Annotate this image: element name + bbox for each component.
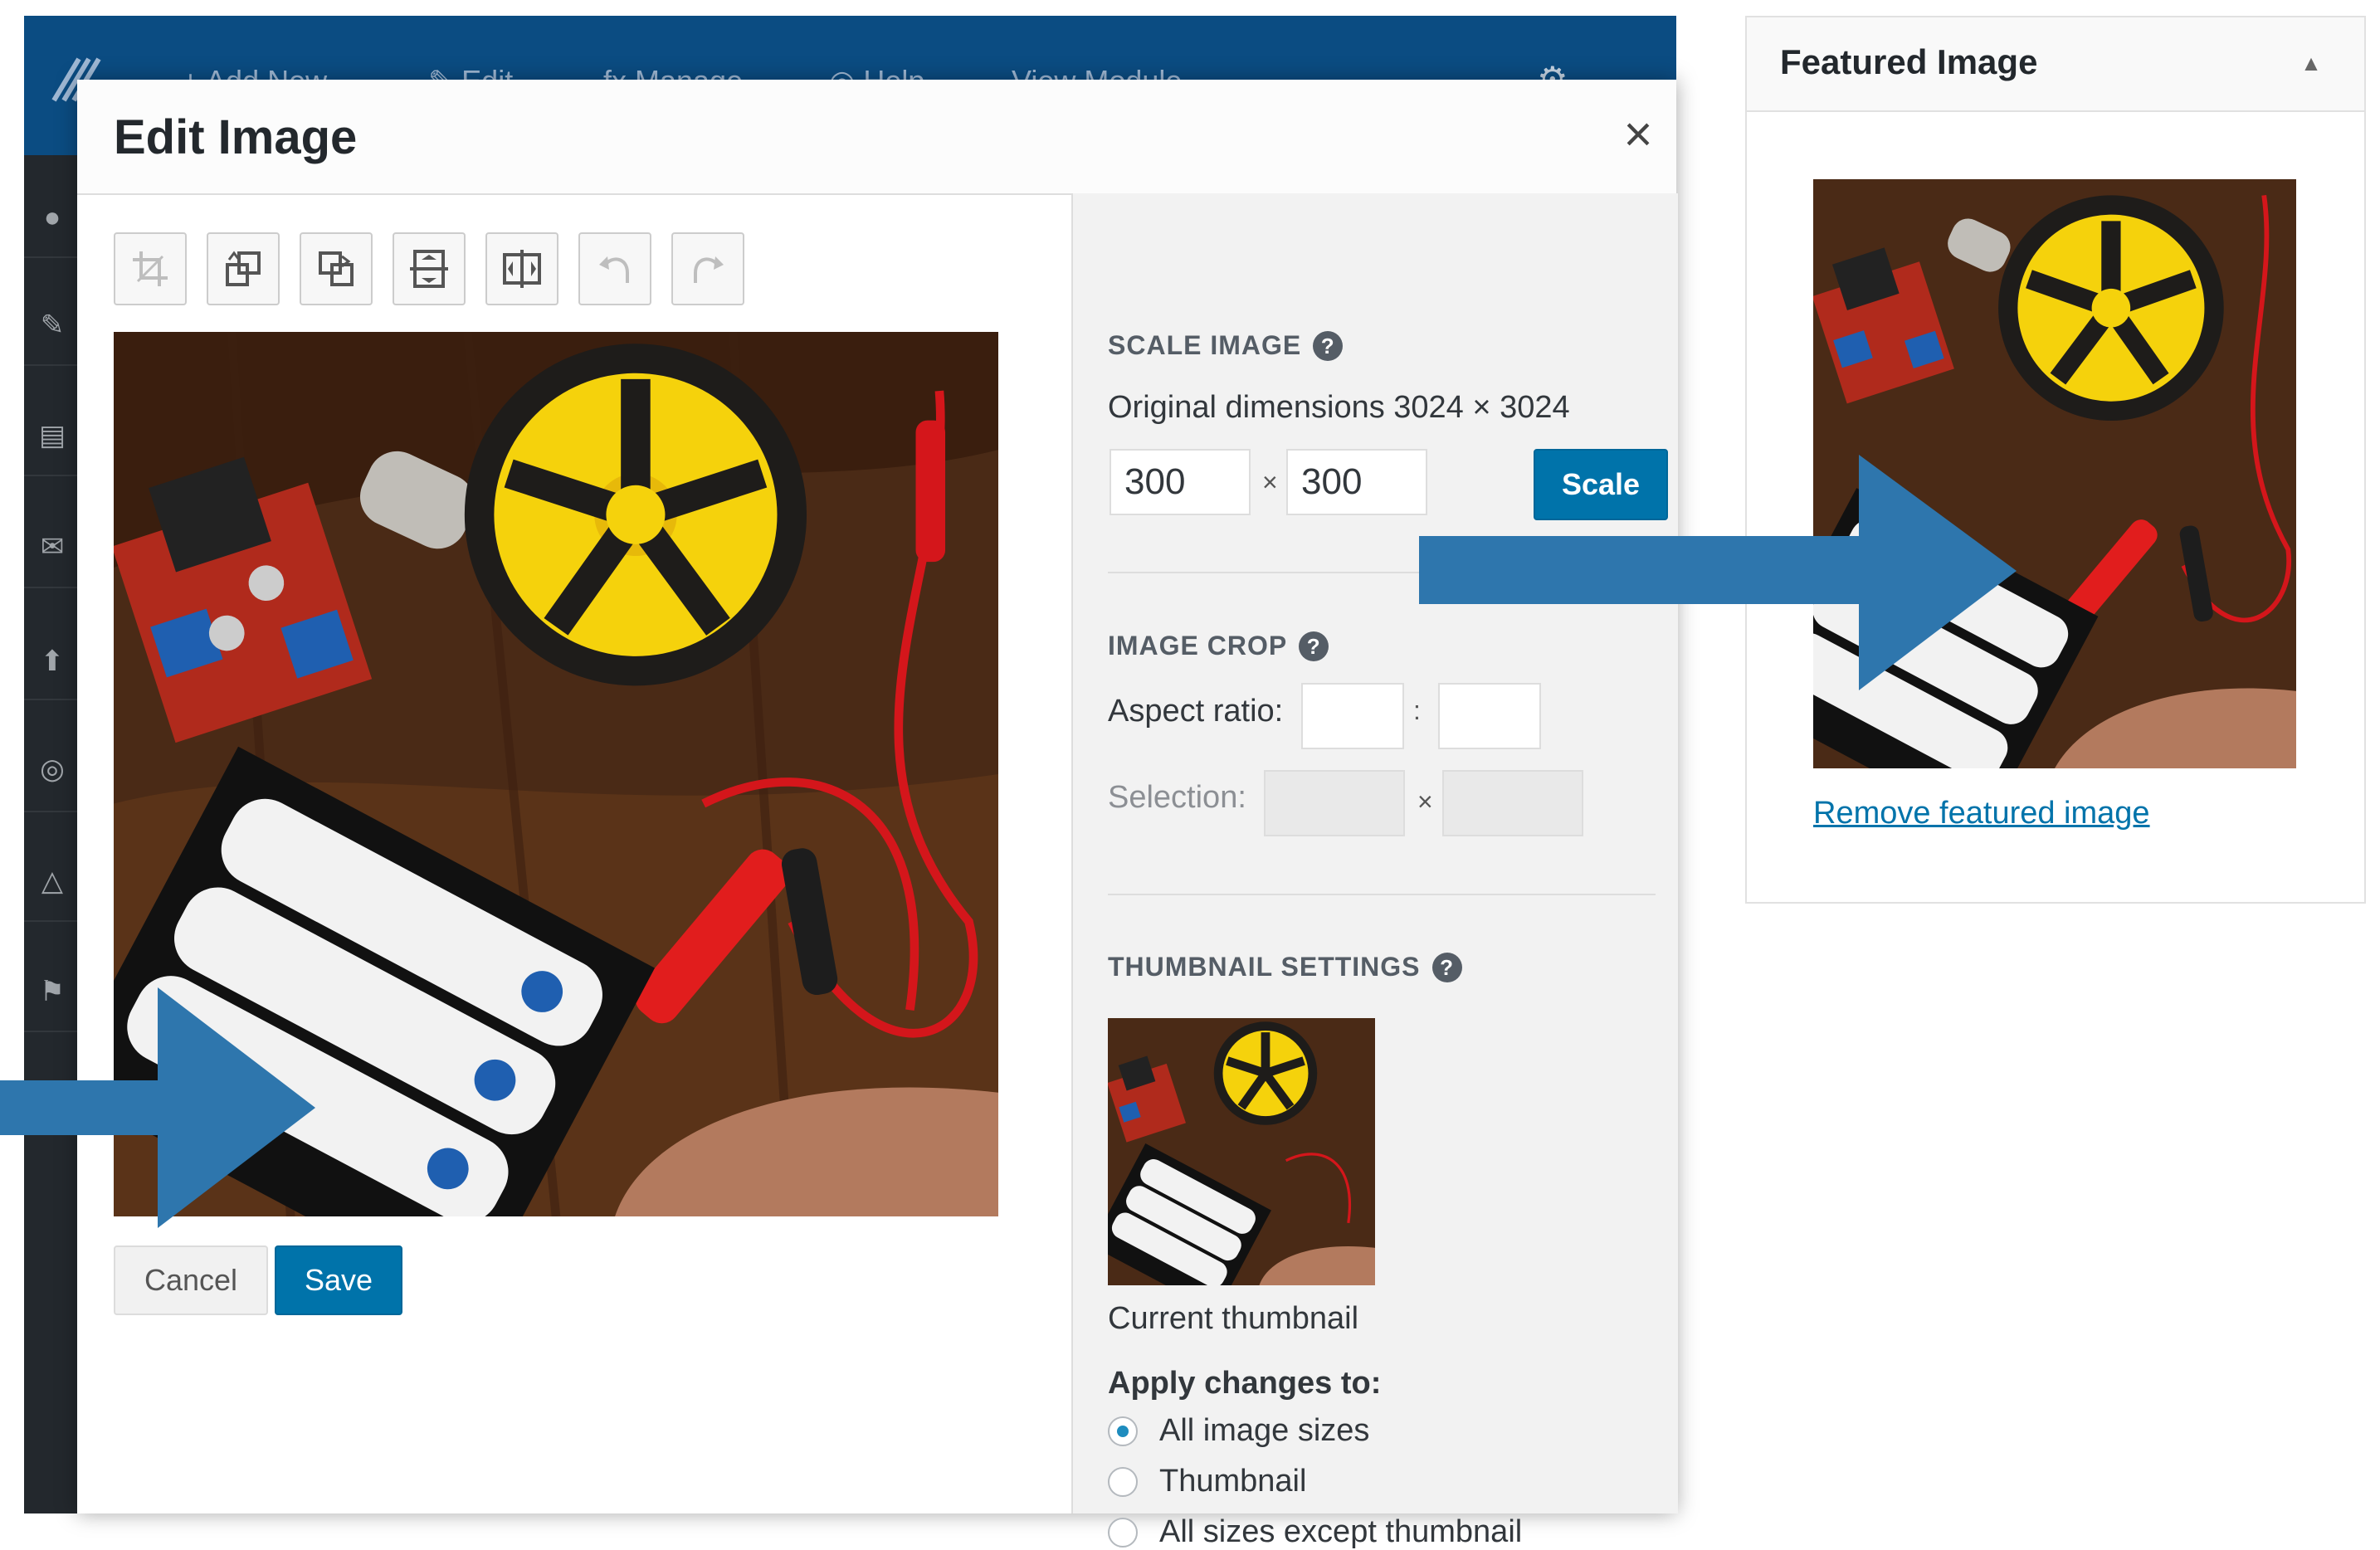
crop-icon	[133, 251, 168, 286]
radio-label: All image sizes	[1159, 1413, 1370, 1448]
section-divider	[1108, 894, 1656, 895]
target-icon[interactable]: ◎	[36, 753, 69, 786]
flip-horizontal-icon	[503, 250, 541, 288]
radio-thumbnail[interactable]: Thumbnail	[1108, 1464, 1306, 1499]
menu-divider	[24, 699, 79, 700]
original-dimensions: Original dimensions 3024 × 3024	[1108, 390, 1570, 425]
selection-label: Selection:	[1108, 780, 1246, 815]
radio-button[interactable]	[1108, 1517, 1138, 1548]
featured-image-title: Featured Image	[1780, 42, 2038, 81]
admin-sidebar-menu: ● ✎ ▤ ✉ ⬆ ◎ △ ⚑	[24, 155, 79, 1513]
arrow-right-icon	[0, 987, 315, 1228]
rotate-right-button[interactable]	[300, 232, 373, 305]
undo-icon	[599, 256, 629, 283]
modal-header: Edit Image ×	[77, 80, 1676, 195]
radio-all-image-sizes[interactable]: All image sizes	[1108, 1413, 1369, 1449]
current-thumbnail-caption: Current thumbnail	[1108, 1301, 1359, 1336]
undo-button[interactable]	[578, 232, 651, 305]
radio-button[interactable]	[1108, 1466, 1138, 1497]
menu-divider	[24, 475, 79, 476]
radio-label: Thumbnail	[1159, 1464, 1307, 1499]
help-icon[interactable]: ?	[1313, 330, 1344, 361]
flip-vertical-button[interactable]	[393, 232, 466, 305]
edit-image-modal: Edit Image × Cancel Save SCALE IMAGE ? O…	[77, 80, 1678, 1549]
remove-featured-image-link[interactable]: Remove featured image	[1813, 796, 2150, 831]
rotate-left-button[interactable]	[207, 232, 280, 305]
warning-icon[interactable]: △	[36, 865, 69, 898]
aspect-ratio-label: Aspect ratio:	[1108, 694, 1284, 729]
help-icon[interactable]: ?	[1299, 631, 1329, 661]
image-crop-heading-text: IMAGE CROP	[1108, 631, 1288, 660]
menu-divider	[24, 920, 79, 922]
scale-image-heading-text: SCALE IMAGE	[1108, 330, 1302, 360]
pages-icon[interactable]: ▤	[36, 419, 69, 452]
redo-icon	[694, 256, 724, 283]
crop-button[interactable]	[114, 232, 187, 305]
upload-icon[interactable]: ⬆	[36, 645, 69, 678]
mail-icon[interactable]: ✉	[36, 530, 69, 563]
selection-width-input[interactable]	[1264, 770, 1405, 836]
thumbnail-photo	[1108, 1018, 1375, 1285]
rotate-right-icon	[319, 251, 354, 286]
flip-horizontal-button[interactable]	[485, 232, 558, 305]
save-button[interactable]: Save	[275, 1245, 402, 1315]
selection-height-input[interactable]	[1442, 770, 1583, 836]
aspect-ratio-width-input[interactable]	[1301, 683, 1404, 749]
image-crop-heading: IMAGE CROP ?	[1108, 631, 1329, 661]
menu-divider	[24, 256, 79, 258]
radio-label: All sizes except thumbnail	[1159, 1514, 1523, 1549]
radio-button-checked[interactable]	[1108, 1416, 1138, 1446]
help-icon[interactable]: ?	[1431, 952, 1462, 982]
apply-changes-label: Apply changes to:	[1108, 1366, 1382, 1401]
image-settings-panel: SCALE IMAGE ? Original dimensions 3024 ×…	[1071, 193, 1678, 1549]
tools-icon[interactable]: ✎	[36, 309, 69, 342]
scale-width-input[interactable]	[1110, 449, 1251, 515]
featured-image-header: Featured Image ▲	[1747, 17, 2364, 112]
selection-separator: ×	[1417, 787, 1433, 816]
flip-vertical-icon	[410, 250, 448, 288]
cancel-button[interactable]: Cancel	[114, 1245, 268, 1315]
current-thumbnail-image	[1108, 1018, 1375, 1285]
menu-divider	[24, 364, 79, 366]
thumbnail-settings-heading-text: THUMBNAIL SETTINGS	[1108, 952, 1421, 982]
close-icon[interactable]: ×	[1613, 110, 1663, 159]
arrow-right-icon	[1419, 455, 2017, 690]
scale-image-heading: SCALE IMAGE ?	[1108, 330, 1344, 361]
collapse-arrow-icon[interactable]: ▲	[2299, 51, 2324, 76]
scale-separator: ×	[1262, 467, 1278, 497]
modal-title: Edit Image	[114, 110, 358, 164]
aspect-ratio-separator: :	[1413, 695, 1421, 725]
menu-divider	[24, 587, 79, 588]
thumbnail-settings-heading: THUMBNAIL SETTINGS ?	[1108, 952, 1462, 982]
menu-divider	[24, 811, 79, 812]
rotate-left-icon	[226, 251, 261, 286]
redo-button[interactable]	[671, 232, 744, 305]
radio-all-except-thumbnail[interactable]: All sizes except thumbnail	[1108, 1514, 1522, 1550]
appearance-icon[interactable]: ●	[36, 201, 69, 234]
scale-height-input[interactable]	[1286, 449, 1427, 515]
